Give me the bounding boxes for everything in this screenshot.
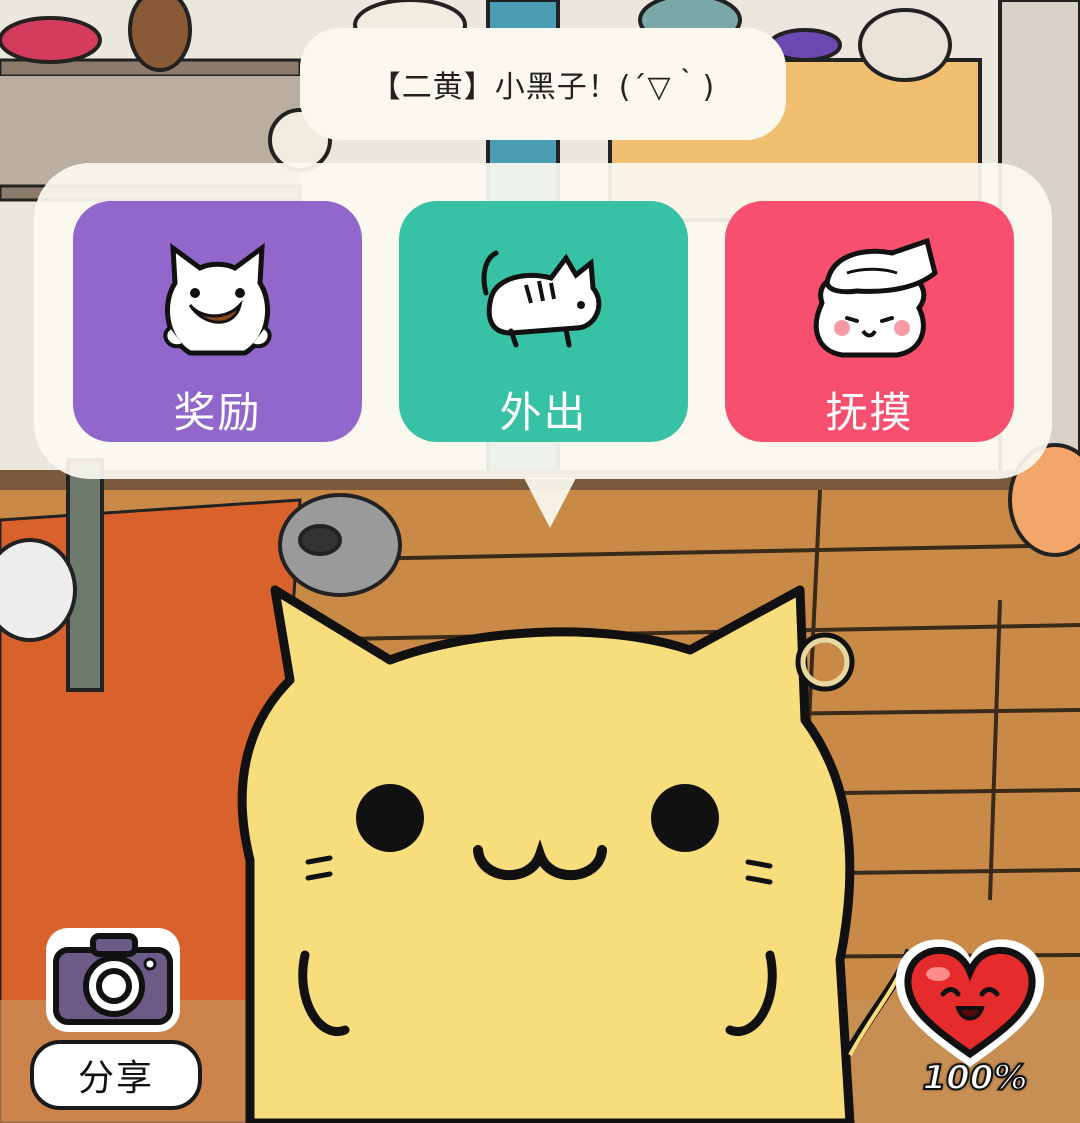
share-label-pill[interactable]: 分享	[30, 1040, 202, 1110]
heart-icon	[895, 939, 1045, 1067]
cat-eating-icon	[163, 242, 272, 356]
speech-text: 【二黄】小黑子！(´▽｀)	[370, 70, 716, 105]
outing-label: 外出	[499, 388, 588, 437]
camera-icon	[46, 928, 180, 1032]
cat-walking-icon	[481, 250, 602, 348]
reward-button[interactable]: 奖励	[73, 201, 362, 442]
outing-button[interactable]: 外出	[399, 201, 688, 442]
reward-label: 奖励	[173, 388, 262, 437]
pet-speech-bubble: 【二黄】小黑子！(´▽｀)	[300, 28, 786, 140]
share-label: 分享	[77, 1058, 154, 1099]
cat-petted-icon	[813, 237, 938, 358]
pet-label: 抚摸	[825, 388, 914, 437]
action-menu-pointer	[524, 478, 576, 528]
pet-button[interactable]: 抚摸	[725, 201, 1014, 442]
affection-percentage: 100%	[921, 1057, 1028, 1099]
